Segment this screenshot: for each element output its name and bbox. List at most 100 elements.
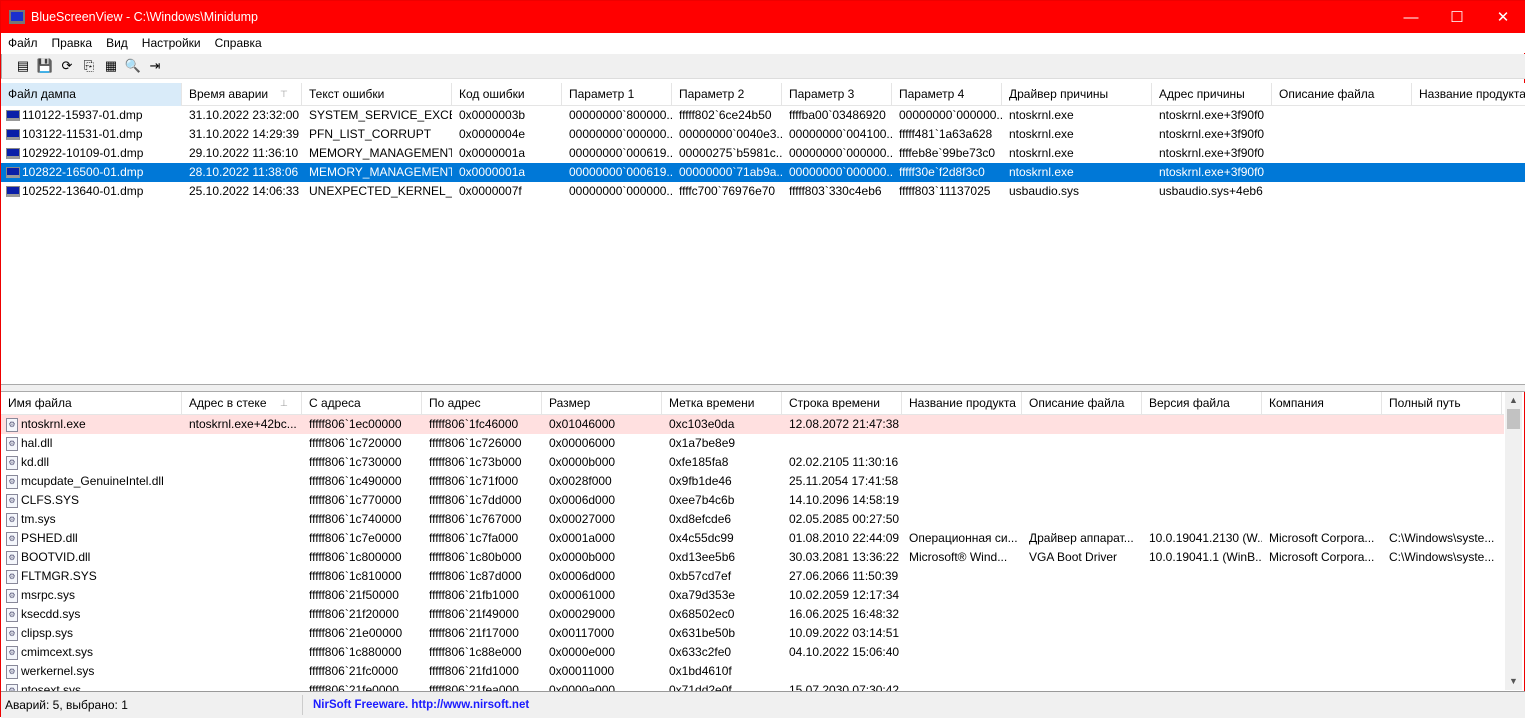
scroll-down-icon[interactable]: ▼ [1505,673,1522,690]
cell: fffff806`21f49000 [422,605,542,624]
column-header[interactable]: Версия файла [1142,392,1262,415]
cell-text: 25.10.2022 14:06:33 [189,184,300,198]
driver-row[interactable]: ⚙ cmimcext.sys fffff806`1c880000 fffff806`1… [1,643,1504,662]
column-header[interactable]: Имя файла [1,392,182,415]
cell: 0x1a7be8e9 [662,434,782,453]
crash-row[interactable]: 102922-10109-01.dmp 29.10.2022 11:36:10 ME… [1,144,1525,163]
driver-row[interactable]: ⚙ werkernel.sys fffff806`21fc0000 fffff806`… [1,662,1504,681]
driver-row[interactable]: ⚙ ntosext.sys fffff806`21fe0000 fffff806`21… [1,681,1504,691]
cell: 0x0000001a [452,163,562,182]
scroll-up-icon[interactable]: ▲ [1505,392,1522,409]
column-header[interactable]: Параметр 2 [672,83,782,106]
driver-row[interactable]: ⚙ CLFS.SYS fffff806`1c770000 fffff806`1c7dd… [1,491,1504,510]
cell [902,605,1022,624]
column-header[interactable]: Текст ошибки [302,83,452,106]
column-header[interactable]: По адрес [422,392,542,415]
column-header[interactable]: Адрес причины [1152,83,1272,106]
cell-text: FLTMGR.SYS [21,569,97,583]
refresh-icon[interactable]: ⟳ [58,57,76,75]
cell: 0x0000004e [452,125,562,144]
html-report-icon[interactable]: ▤ [14,57,32,75]
cell-text: 00000000`000000... [569,184,672,198]
crash-row[interactable]: 110122-15937-01.dmp 31.10.2022 23:32:00 SY… [1,106,1525,125]
save-icon[interactable]: 💾 [36,57,54,75]
cell: 0x01046000 [542,415,662,434]
dump-file-icon [6,110,20,122]
crash-row[interactable]: 103122-11531-01.dmp 31.10.2022 14:29:39 PF… [1,125,1525,144]
menu-file[interactable]: Файл [1,36,45,50]
find-icon[interactable]: 🔍 [124,57,142,75]
cell [902,434,1022,453]
close-button[interactable]: ✕ [1480,1,1525,33]
cell: 10.09.2022 03:14:51 [782,624,902,643]
copy-icon[interactable]: ⎘ [80,57,98,75]
cell: ⚙ msrpc.sys [1,586,182,605]
crash-row[interactable]: 102522-13640-01.dmp 25.10.2022 14:06:33 UN… [1,182,1525,201]
exit-icon[interactable]: ⇥ [146,57,164,75]
cell [1272,125,1412,144]
cell: 110122-15937-01.dmp [1,106,182,125]
driver-file-icon: ⚙ [6,569,18,584]
column-header[interactable]: С адреса [302,392,422,415]
menu-view[interactable]: Вид [99,36,135,50]
cell: Microsoft Corpora... [1262,548,1382,567]
properties-icon[interactable]: ▦ [102,57,120,75]
column-header[interactable]: Метка времени [662,392,782,415]
nirsoft-link[interactable]: NirSoft Freeware. http://www.nirsoft.net [303,699,529,711]
menu-edit[interactable]: Правка [45,36,100,50]
column-header[interactable]: Полный путь [1382,392,1502,415]
column-header[interactable]: Параметр 1 [562,83,672,106]
crash-row[interactable]: 102822-16500-01.dmp 28.10.2022 11:38:06 ME… [1,163,1525,182]
column-header[interactable]: Описание файла [1022,392,1142,415]
column-header[interactable]: Файл дампа [1,83,182,106]
driver-row[interactable]: ⚙ hal.dll fffff806`1c720000 fffff806`1c7260… [1,434,1504,453]
cell-text: usbaudio.sys [1009,184,1080,198]
minimize-button[interactable]: — [1388,1,1434,33]
driver-row[interactable]: ⚙ BOOTVID.dll fffff806`1c800000 fffff806`1c… [1,548,1504,567]
pane-splitter[interactable] [1,384,1525,392]
cell-text: 10.02.2059 12:17:34 [789,588,900,602]
column-header[interactable]: Строка времени [782,392,902,415]
cell-text: 0x9fb1de46 [669,474,732,488]
cell [1262,605,1382,624]
column-header[interactable]: Код ошибки [452,83,562,106]
column-header[interactable]: Название продукта [1412,83,1525,106]
cell: 00000000`0040e3... [672,125,782,144]
driver-list[interactable]: Имя файла Адрес в стеке С адреса По адрес Ра… [1,392,1504,691]
cell-text: 02.02.2105 11:30:16 [789,455,899,469]
driver-row[interactable]: ⚙ ksecdd.sys fffff806`21f20000 fffff806`21f… [1,605,1504,624]
column-header[interactable]: Размер [542,392,662,415]
driver-row[interactable]: ⚙ clipsp.sys fffff806`21e00000 fffff806`21f… [1,624,1504,643]
cell [902,510,1022,529]
column-header[interactable]: Название продукта [902,392,1022,415]
crash-list[interactable]: Файл дампа Время аварии Текст ошибки Код ош… [1,83,1525,384]
scrollbar-thumb[interactable] [1507,409,1520,429]
cell: fffff806`1c7e0000 [302,529,422,548]
menu-help[interactable]: Справка [208,36,269,50]
cell: fffff802`6ce24b50 [672,106,782,125]
cell: 0x00029000 [542,605,662,624]
cell: fffff803`11137025 [892,182,1002,201]
cell: 00000000`000000... [562,182,672,201]
driver-row[interactable]: ⚙ FLTMGR.SYS fffff806`1c810000 fffff806`1c8… [1,567,1504,586]
driver-row[interactable]: ⚙ kd.dll fffff806`1c730000 fffff806`1c73b00… [1,453,1504,472]
maximize-button[interactable]: ☐ [1434,1,1480,33]
driver-row[interactable]: ⚙ msrpc.sys fffff806`21f50000 fffff806`21fb… [1,586,1504,605]
vertical-scrollbar[interactable]: ▲ ▼ [1505,392,1522,690]
menu-settings[interactable]: Настройки [135,36,208,50]
column-header[interactable]: Драйвер причины [1002,83,1152,106]
driver-row[interactable]: ⚙ tm.sys fffff806`1c740000 fffff806`1c76700… [1,510,1504,529]
column-header[interactable]: Параметр 4 [892,83,1002,106]
cell: fffff806`21fd1000 [422,662,542,681]
driver-row[interactable]: ⚙ ntoskrnl.exe ntoskrnl.exe+42bc... fffff80… [1,415,1504,434]
column-header[interactable]: Описание файла [1272,83,1412,106]
column-header[interactable]: Параметр 3 [782,83,892,106]
driver-row[interactable]: ⚙ PSHED.dll fffff806`1c7e0000 fffff806`1c7f… [1,529,1504,548]
cell-text: fffff806`1c767000 [429,512,522,526]
cell-text: 30.03.2081 13:36:22 [789,550,900,564]
cell [1382,434,1502,453]
cell-text: 0x631be50b [669,626,736,640]
driver-row[interactable]: ⚙ mcupdate_GenuineIntel.dll fffff806`1c490… [1,472,1504,491]
dump-file-icon [6,167,20,179]
column-header[interactable]: Компания [1262,392,1382,415]
